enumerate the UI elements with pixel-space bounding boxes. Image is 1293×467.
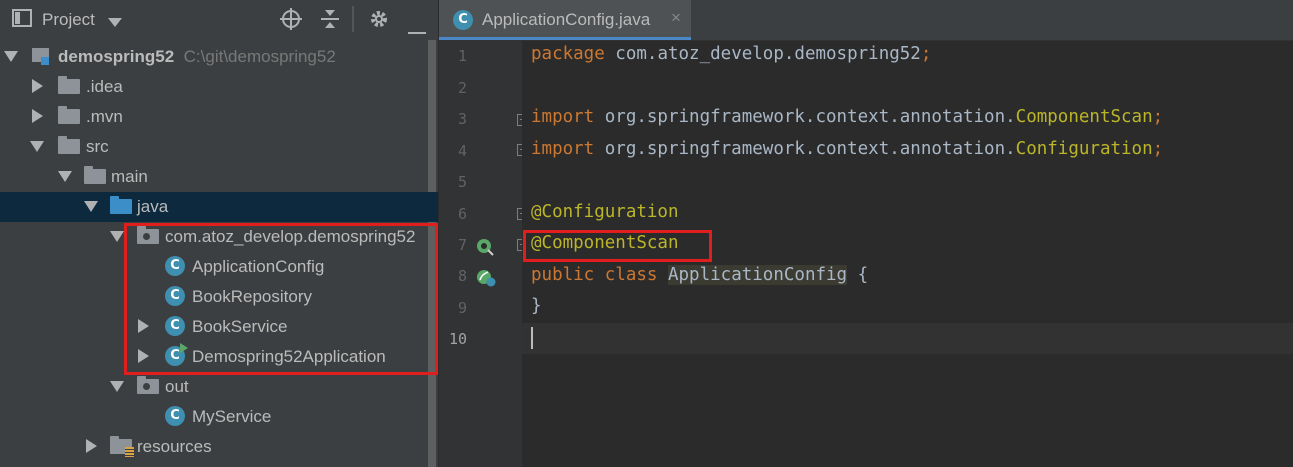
tree-item-resources[interactable]: resources (0, 432, 438, 462)
tree-item-label: BookRepository (192, 287, 313, 306)
folder-icon (58, 76, 80, 96)
line-number: 4 (457, 142, 467, 160)
project-view-title[interactable]: Project (42, 10, 95, 30)
code-line-9: } (531, 296, 542, 316)
project-path: C:\git\demospring52 (183, 47, 336, 66)
line-number: 9 (457, 299, 467, 317)
close-icon[interactable]: × (671, 8, 681, 28)
collapse-arrow-icon[interactable] (30, 137, 44, 155)
code-line-6: @Configuration (531, 202, 679, 222)
project-tool-window: Project demospring52 C:\git\demospring52… (0, 0, 438, 467)
tree-item-out[interactable]: out (0, 372, 438, 402)
collapse-arrow-icon[interactable] (84, 197, 98, 215)
expand-arrow-icon[interactable] (30, 77, 44, 95)
class-icon: C (453, 10, 473, 30)
code-line-1: package com.atoz_develop.demospring52; (531, 44, 932, 64)
tree-item-label: ApplicationConfig (192, 257, 325, 276)
project-view-icon[interactable] (12, 9, 32, 32)
tree-item-applicationconfig[interactable]: C ApplicationConfig (0, 252, 438, 282)
line-number: 5 (457, 173, 467, 191)
minimize-icon[interactable] (408, 18, 426, 40)
collapse-arrow-icon[interactable] (110, 227, 124, 245)
line-number-current: 10 (448, 330, 467, 348)
package-icon (137, 376, 159, 396)
tree-item-label: .idea (86, 77, 123, 96)
collapse-all-icon[interactable] (320, 8, 340, 35)
tree-item-main[interactable]: main (0, 162, 438, 192)
tree-item-label: Demospring52Application (192, 347, 386, 366)
class-icon: C (164, 256, 186, 276)
line-number: 7 (457, 236, 467, 254)
gear-icon[interactable] (368, 8, 390, 35)
tree-item-label: java (137, 197, 169, 216)
tree-item-mvn[interactable]: .mvn (0, 102, 438, 132)
tree-item-java[interactable]: java (0, 192, 438, 222)
expand-arrow-icon[interactable] (84, 437, 98, 455)
collapse-arrow-icon[interactable] (58, 167, 72, 185)
source-folder-icon (110, 196, 132, 216)
current-line-highlight (522, 323, 1293, 354)
tree-item-label: .mvn (86, 107, 123, 126)
editor-gutter[interactable]: 1 2 3 4 5 6 7 8 9 10 (439, 41, 528, 467)
tree-item-label: out (165, 377, 189, 396)
line-number: 6 (457, 205, 467, 223)
tree-item-label: demospring52 (58, 47, 175, 66)
expand-arrow-icon[interactable] (30, 107, 44, 125)
class-icon: C (164, 316, 186, 336)
tab-applicationconfig[interactable]: C ApplicationConfig.java × (439, 0, 691, 40)
package-icon (137, 226, 159, 246)
tree-item-demospring52[interactable]: demospring52 C:\git\demospring52 (0, 42, 438, 72)
locate-icon[interactable] (280, 8, 302, 35)
code-editor[interactable]: package com.atoz_develop.demospring52; i… (522, 41, 1293, 467)
line-number: 8 (457, 267, 467, 285)
project-toolbar: Project (0, 0, 438, 40)
tree-item-label: resources (137, 437, 212, 456)
tree-item-label: com.atoz_develop.demospring52 (165, 227, 416, 246)
chevron-down-icon[interactable] (108, 11, 122, 33)
code-line-4: import org.springframework.context.annot… (531, 139, 1164, 159)
code-line-7: @ComponentScan (531, 233, 679, 253)
folder-icon (58, 106, 80, 126)
folder-icon (58, 136, 80, 156)
tree-item-label: main (111, 167, 148, 186)
code-line-3: import org.springframework.context.annot… (531, 107, 1164, 127)
spring-bean-icon[interactable] (475, 268, 497, 293)
code-line-8: public class ApplicationConfig { (531, 265, 869, 285)
tree-item-idea[interactable]: .idea (0, 72, 438, 102)
expand-arrow-icon[interactable] (136, 347, 150, 365)
editor-tab-bar: C ApplicationConfig.java × (439, 0, 1293, 41)
line-number: 3 (457, 110, 467, 128)
tree-item-myservice[interactable]: C MyService (0, 402, 438, 432)
expand-arrow-icon[interactable] (4, 47, 18, 65)
resources-folder-icon (110, 436, 134, 457)
tree-item-src[interactable]: src (0, 132, 438, 162)
tree-item-demospring52application[interactable]: C Demospring52Application (0, 342, 438, 372)
runnable-class-icon: C (164, 343, 188, 366)
module-icon (30, 46, 52, 66)
spring-component-scan-icon[interactable] (475, 237, 495, 262)
text-caret (531, 327, 533, 349)
tree-item-label: BookService (192, 317, 288, 336)
divider (352, 6, 354, 37)
tree-item-package[interactable]: com.atoz_develop.demospring52 (0, 222, 438, 252)
class-icon: C (164, 406, 186, 426)
tree-item-label: MyService (192, 407, 272, 426)
tree-item-label: src (86, 137, 109, 156)
folder-icon (84, 166, 106, 186)
expand-arrow-icon[interactable] (136, 317, 150, 335)
line-number: 1 (457, 47, 467, 65)
class-icon: C (164, 286, 186, 306)
tree-item-bookservice[interactable]: C BookService (0, 312, 438, 342)
collapse-arrow-icon[interactable] (110, 377, 124, 395)
tree-item-bookrepository[interactable]: C BookRepository (0, 282, 438, 312)
tab-label: ApplicationConfig.java (482, 10, 651, 29)
line-number: 2 (457, 79, 467, 97)
